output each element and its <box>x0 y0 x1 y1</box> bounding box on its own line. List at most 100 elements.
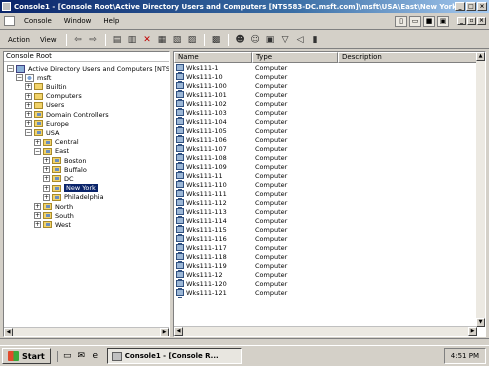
list-item[interactable]: Wks111-120 Computer <box>174 279 477 289</box>
tree-node[interactable]: + Central <box>34 138 79 147</box>
list-item[interactable]: Wks111-107 Computer <box>174 144 477 154</box>
expand-icon[interactable]: + <box>34 138 41 146</box>
clock[interactable]: 4:51 PM <box>451 352 479 360</box>
help-icon[interactable]: ▩ <box>210 34 223 46</box>
mdi-minimize-button[interactable]: _ <box>457 17 466 25</box>
column-header-type[interactable]: Type <box>252 52 338 63</box>
view-menu[interactable]: View <box>36 36 61 44</box>
tree-node[interactable]: + Builtin <box>25 82 67 91</box>
list-item[interactable]: Wks111-118 Computer <box>174 252 477 262</box>
expand-icon[interactable]: + <box>25 92 32 100</box>
tree-node[interactable]: + North <box>34 202 73 211</box>
list-item[interactable]: Wks111-110 Computer <box>174 180 477 190</box>
filter-icon[interactable]: ▽ <box>279 34 292 46</box>
internet-explorer-icon[interactable]: e <box>90 351 101 362</box>
mdi-close-button[interactable]: × <box>477 17 486 25</box>
expand-icon[interactable]: + <box>43 193 50 201</box>
list-item[interactable]: Wks111-108 Computer <box>174 153 477 163</box>
close-button[interactable]: × <box>477 2 487 11</box>
open-folder-icon[interactable]: ▭ <box>409 15 421 27</box>
scroll-left-button[interactable]: ◀ <box>4 328 13 336</box>
add-to-group-icon[interactable]: ▮ <box>309 34 322 46</box>
list-item[interactable]: Wks111-116 Computer <box>174 234 477 244</box>
list-item[interactable]: Wks111-12 Computer <box>174 270 477 280</box>
forward-icon[interactable]: ⇨ <box>87 34 100 46</box>
list-item[interactable]: Wks111-10 Computer <box>174 72 477 82</box>
details-pane[interactable]: Name Type Description Wks111-1 Computer Wk… <box>173 51 486 337</box>
title-bar[interactable]: Console1 - [Console Root\Active Director… <box>0 0 489 13</box>
tree-node[interactable]: + Boston <box>43 156 86 165</box>
list-item[interactable]: Wks111-119 Computer <box>174 261 477 271</box>
tree-root[interactable]: Console Root <box>4 52 169 62</box>
maximize-button[interactable]: □ <box>466 2 476 11</box>
tree-horizontal-scrollbar[interactable]: ◀ ▶ <box>4 327 169 336</box>
list-item[interactable]: Wks111-106 Computer <box>174 135 477 145</box>
list-item[interactable]: Wks111-104 Computer <box>174 117 477 127</box>
up-level-icon[interactable]: ▤ <box>111 34 124 46</box>
scroll-down-button[interactable]: ▼ <box>476 318 485 327</box>
expand-icon[interactable]: + <box>43 175 50 183</box>
expand-icon[interactable]: + <box>34 212 41 220</box>
list-item[interactable]: Wks111-102 Computer <box>174 99 477 109</box>
list-item[interactable]: Wks111-111 Computer <box>174 189 477 199</box>
list-item[interactable]: Wks111-115 Computer <box>174 225 477 235</box>
collapse-icon[interactable]: − <box>25 129 32 137</box>
list-item[interactable]: Wks111-109 Computer <box>174 162 477 172</box>
mmc-app-icon[interactable] <box>2 2 11 11</box>
show-hide-tree-icon[interactable]: ▥ <box>126 34 139 46</box>
list-item[interactable]: Wks111-121 Computer <box>174 288 477 298</box>
expand-icon[interactable]: + <box>43 184 50 192</box>
tree-node[interactable]: + Computers <box>25 92 82 101</box>
scroll-up-button[interactable]: ▲ <box>476 52 485 61</box>
column-header-name[interactable]: Name <box>174 52 252 63</box>
console-icon[interactable] <box>4 16 15 26</box>
refresh-icon[interactable]: ▧ <box>171 34 184 46</box>
list-item[interactable]: Wks111-114 Computer <box>174 216 477 226</box>
menu-help[interactable]: Help <box>97 17 125 25</box>
tree-node[interactable]: + New York <box>43 184 98 193</box>
back-icon[interactable]: ⇦ <box>72 34 85 46</box>
properties-icon[interactable]: ▦ <box>156 34 169 46</box>
scroll-right-button[interactable]: ▶ <box>160 328 169 336</box>
tree-node[interactable]: − USA <box>25 128 59 137</box>
list-vertical-scrollbar[interactable]: ▲ ▼ <box>476 52 485 327</box>
expand-icon[interactable]: + <box>34 203 41 210</box>
expand-icon[interactable]: + <box>25 111 32 118</box>
new-group-icon[interactable]: ☺ <box>249 34 262 46</box>
tree-node[interactable]: + Europe <box>25 119 69 128</box>
tree-node[interactable]: − Active Directory Users and Computers [N… <box>7 64 169 73</box>
tree-node[interactable]: + Domain Controllers <box>25 110 109 119</box>
new-document-icon[interactable]: ▯ <box>395 15 407 27</box>
tree-node[interactable]: − East <box>34 147 69 156</box>
column-header-description[interactable]: Description <box>338 52 477 63</box>
expand-icon[interactable]: + <box>34 221 41 229</box>
list-item[interactable]: Wks111-105 Computer <box>174 126 477 136</box>
console-tree[interactable]: Console Root − Active Directory Users and… <box>3 51 170 337</box>
export-list-icon[interactable]: ▨ <box>186 34 199 46</box>
expand-icon[interactable]: + <box>25 83 32 91</box>
list-item[interactable]: Wks111-117 Computer <box>174 243 477 253</box>
menu-window[interactable]: Window <box>58 17 98 25</box>
list-item[interactable]: Wks111-113 Computer <box>174 207 477 217</box>
tree-node[interactable]: − msft <box>16 73 51 82</box>
tree-node[interactable]: + South <box>34 211 74 220</box>
list-item[interactable]: Wks111-103 Computer <box>174 108 477 118</box>
list-item[interactable]: Wks111-112 Computer <box>174 198 477 208</box>
list-item[interactable]: Wks111-1 Computer <box>174 63 477 73</box>
action-menu[interactable]: Action <box>4 36 34 44</box>
mdi-restore-button[interactable]: ▫ <box>467 17 476 25</box>
list-item[interactable]: Wks111-11 Computer <box>174 171 477 181</box>
delete-icon[interactable]: ✕ <box>141 34 154 46</box>
collapse-icon[interactable]: − <box>34 147 41 155</box>
new-window-icon[interactable]: ▣ <box>437 15 449 27</box>
find-icon[interactable]: ◁ <box>294 34 307 46</box>
expand-icon[interactable]: + <box>25 120 32 128</box>
list-horizontal-scrollbar[interactable]: ◀ ▶ <box>174 326 477 336</box>
collapse-icon[interactable]: − <box>16 74 23 82</box>
scroll-left-button[interactable]: ◀ <box>174 327 183 336</box>
new-ou-icon[interactable]: ▣ <box>264 34 277 46</box>
scroll-right-button[interactable]: ▶ <box>468 327 477 336</box>
outlook-express-icon[interactable]: ✉ <box>76 351 87 362</box>
save-icon[interactable]: ■ <box>423 15 435 27</box>
new-user-icon[interactable]: ☻ <box>234 34 247 46</box>
